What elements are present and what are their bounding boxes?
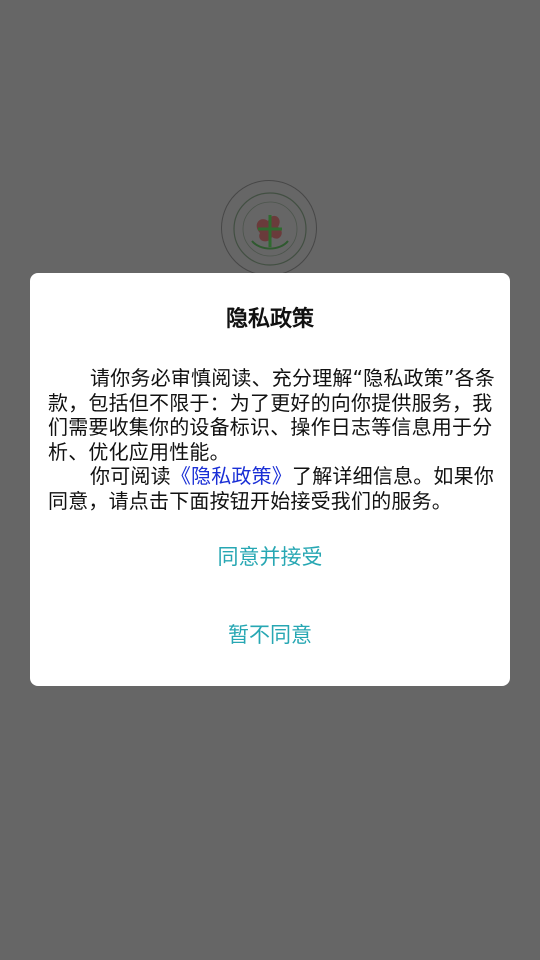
agree-button[interactable]: 同意并接受: [30, 539, 510, 575]
screen: 隐私政策 请你务必审慎阅读、充分理解“隐私政策”各条款，包括但不限于：为了更好的…: [0, 0, 540, 960]
hospital-logo-icon: [221, 180, 317, 276]
decline-button[interactable]: 暂不同意: [30, 617, 510, 653]
dialog-body: 请你务必审慎阅读、充分理解“隐私政策”各条款，包括但不限于：为了更好的向你提供服…: [48, 366, 496, 513]
privacy-policy-link[interactable]: 《隐私政策》: [171, 464, 292, 488]
privacy-paragraph-2: 你可阅读《隐私政策》了解详细信息。如果你同意，请点击下面按钮开始接受我们的服务。: [48, 464, 496, 513]
dialog-title: 隐私政策: [225, 307, 314, 332]
privacy-paragraph-1: 请你务必审慎阅读、充分理解“隐私政策”各条款，包括但不限于：为了更好的向你提供服…: [48, 366, 495, 464]
paragraph-2-before: 你可阅读: [90, 464, 171, 488]
